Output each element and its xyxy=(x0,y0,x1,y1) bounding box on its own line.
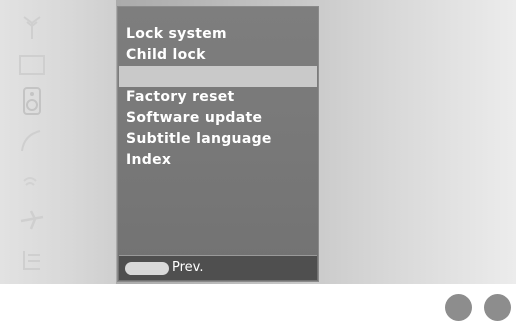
picture-icon[interactable] xyxy=(14,50,50,80)
plane-icon[interactable] xyxy=(14,204,50,234)
speaker-icon[interactable] xyxy=(14,86,50,116)
antenna-icon[interactable] xyxy=(14,12,50,42)
menu-item-lock-system[interactable]: Lock system xyxy=(117,24,319,45)
tv-screen: Lock system Child lock Factory reset Sof… xyxy=(0,0,516,284)
gauge-icon[interactable] xyxy=(14,126,50,156)
menu-item-subtitle-language[interactable]: Subtitle language xyxy=(117,129,319,150)
indicator-dot-right xyxy=(484,294,511,321)
indicator-dot-left xyxy=(445,294,472,321)
prev-key-button[interactable] xyxy=(125,262,169,275)
source-icon[interactable] xyxy=(14,244,50,274)
menu-panel: Lock system Child lock Factory reset Sof… xyxy=(117,6,319,282)
signal-icon[interactable] xyxy=(14,164,50,194)
menu-list: Lock system Child lock Factory reset Sof… xyxy=(117,24,319,171)
menu-item-software-update[interactable]: Software update xyxy=(117,108,319,129)
menu-item-factory-reset[interactable]: Factory reset xyxy=(117,87,319,108)
icon-sidebar xyxy=(0,0,116,284)
menu-item-child-lock[interactable]: Child lock xyxy=(117,45,319,66)
prev-label: Prev. xyxy=(172,260,204,275)
menu-item-selected-highlight[interactable] xyxy=(119,66,317,87)
preview-area xyxy=(320,6,516,282)
menu-item-index[interactable]: Index xyxy=(117,150,319,171)
menu-footer: Prev. xyxy=(119,255,317,280)
